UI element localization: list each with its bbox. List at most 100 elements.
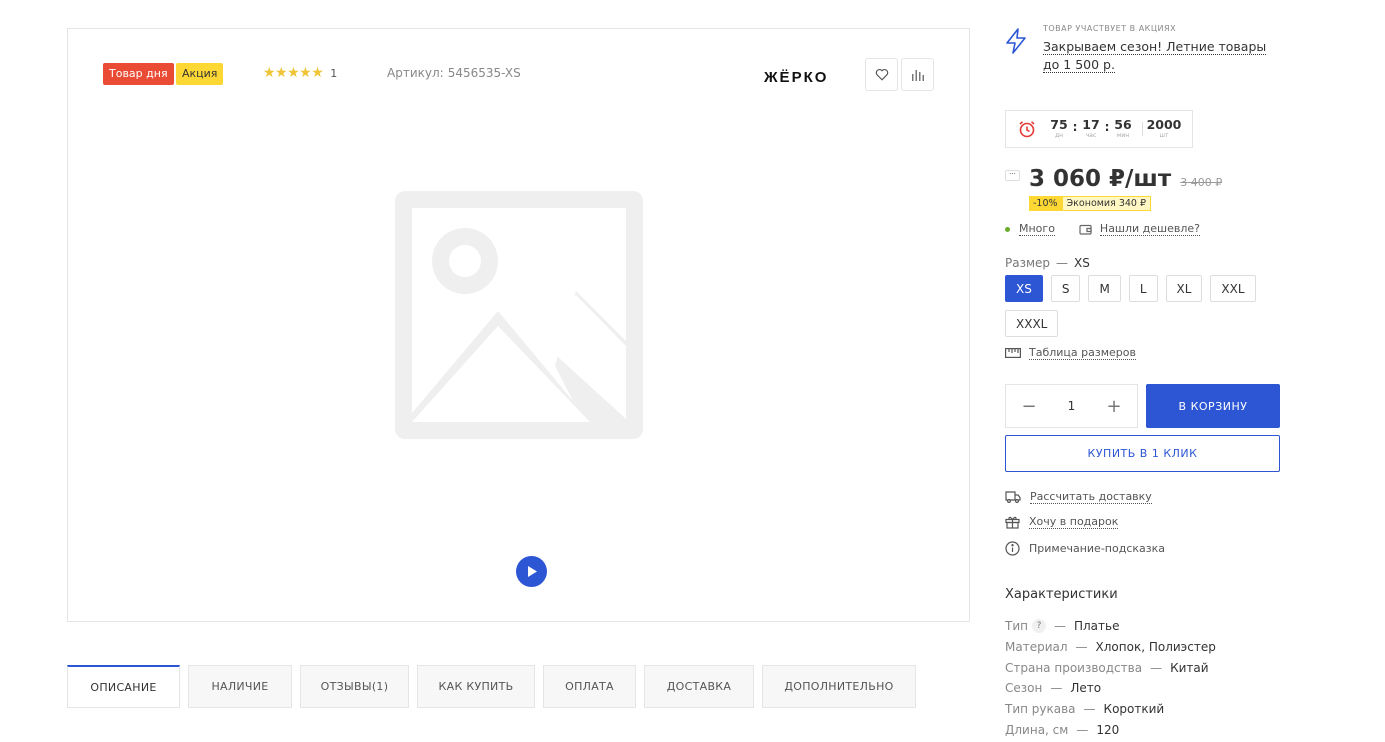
characteristic-value: 120 xyxy=(1096,722,1120,737)
characteristic-dash: — xyxy=(1076,722,1089,737)
favorite-button[interactable] xyxy=(865,58,898,91)
size-option-xxl[interactable]: XXL xyxy=(1210,275,1256,302)
promo-label: ТОВАР УЧАСТВУЕТ В АКЦИЯХ xyxy=(1043,24,1177,33)
timer-stock: 2000 шт xyxy=(1146,118,1182,140)
quantity-stepper: − 1 + xyxy=(1005,384,1138,428)
tab-availability[interactable]: НАЛИЧИЕ xyxy=(188,665,292,708)
truck-icon xyxy=(1005,491,1021,503)
characteristic-name: Сезон xyxy=(1005,681,1043,696)
tab-delivery[interactable]: ДОСТАВКА xyxy=(644,665,754,708)
timer-stock-label: шт xyxy=(1159,132,1169,139)
quantity-value[interactable]: 1 xyxy=(1068,399,1076,413)
discount-info: -10% Экономия 340 ₽ xyxy=(1029,196,1152,211)
promo-title[interactable]: Закрываем сезон! Летние товары до 1 500 … xyxy=(1043,39,1267,73)
timer-hours-label: час xyxy=(1085,132,1097,139)
help-icon[interactable]: ? xyxy=(1031,619,1046,634)
characteristics-list: Тип ? — Платье Материал — Хлопок, Полиэс… xyxy=(1005,616,1305,741)
timer-days: 75 дн xyxy=(1046,118,1072,140)
characteristic-row: Длина, см — 120 xyxy=(1005,720,1305,741)
compare-button[interactable] xyxy=(901,58,934,91)
quantity-increase-button[interactable]: + xyxy=(1103,396,1125,417)
alarm-clock-icon xyxy=(1019,121,1035,138)
size-option-s[interactable]: S xyxy=(1050,275,1081,302)
heart-icon xyxy=(875,68,888,81)
price-options-button[interactable]: ··· xyxy=(1005,170,1020,181)
image-placeholder-icon xyxy=(395,191,643,439)
size-label: Размер — XS xyxy=(1005,256,1090,270)
rating-count: 1 xyxy=(330,66,338,80)
characteristic-value: Лето xyxy=(1070,681,1102,696)
characteristic-value: Платье xyxy=(1073,619,1120,633)
gift-icon xyxy=(1005,516,1020,529)
characteristic-name: Тип рукава xyxy=(1005,702,1076,717)
characteristic-name: Тип xyxy=(1005,619,1028,633)
timer-hours: 17 час xyxy=(1078,118,1104,140)
calculate-delivery-link[interactable]: Рассчитать доставку xyxy=(1005,490,1152,504)
size-label-text: Размер xyxy=(1005,256,1051,270)
timer-days-value: 75 xyxy=(1050,117,1068,132)
want-as-gift-link[interactable]: Хочу в подарок xyxy=(1005,515,1119,529)
characteristic-row: Тип ? — Платье xyxy=(1005,616,1305,637)
characteristic-name: Материал xyxy=(1005,639,1068,654)
size-table-link[interactable]: Таблица размеров xyxy=(1005,346,1136,360)
size-table-label[interactable]: Таблица размеров xyxy=(1029,346,1136,360)
bar-chart-icon xyxy=(912,69,924,81)
stock-status-link[interactable]: Много xyxy=(1019,222,1055,236)
size-option-xxxl[interactable]: XXXL xyxy=(1005,310,1059,337)
characteristic-dash: — xyxy=(1050,681,1063,696)
timer-minutes-value: 56 xyxy=(1114,117,1132,132)
characteristic-row: Сезон — Лето xyxy=(1005,678,1305,699)
characteristic-value: Китай xyxy=(1170,660,1209,675)
promo-link[interactable]: Закрываем сезон! Летние товары до 1 500 … xyxy=(1043,38,1273,74)
rating-stars: ★★★★★ xyxy=(263,65,324,81)
timer-days-label: дн xyxy=(1054,132,1064,139)
found-cheaper-label[interactable]: Нашли дешевле? xyxy=(1099,222,1201,236)
add-to-cart-button[interactable]: В КОРЗИНУ xyxy=(1146,384,1280,428)
size-option-xl[interactable]: XL xyxy=(1165,275,1203,302)
article-value: 5456535-XS xyxy=(447,66,521,80)
size-option-m[interactable]: M xyxy=(1088,275,1121,302)
tab-reviews[interactable]: ОТЗЫВЫ(1) xyxy=(300,665,409,708)
size-label-dash: — xyxy=(1056,256,1069,270)
timer-minutes: 56 мин xyxy=(1110,118,1136,140)
video-play-button[interactable] xyxy=(516,556,547,587)
characteristic-value: Короткий xyxy=(1103,702,1165,717)
current-price: 3 060 ₽/шт xyxy=(1029,166,1172,192)
product-gallery: Товар дня Акция ★★★★★ 1 Артикул: 5456535… xyxy=(67,28,970,622)
info-icon xyxy=(1005,541,1020,556)
quantity-decrease-button[interactable]: − xyxy=(1018,396,1040,417)
size-option-l[interactable]: L xyxy=(1128,275,1158,302)
tab-description[interactable]: ОПИСАНИЕ xyxy=(67,665,180,708)
want-as-gift-label[interactable]: Хочу в подарок xyxy=(1029,515,1119,529)
badge-product-of-day: Товар дня xyxy=(103,63,174,85)
lightning-icon xyxy=(1006,28,1026,54)
brand-logo[interactable]: ЖЁРКО xyxy=(764,69,828,86)
old-price: 3 400 ₽ xyxy=(1180,175,1223,189)
size-options: XS S M L XL XXL XXXL xyxy=(1005,275,1305,337)
characteristic-dash: — xyxy=(1053,619,1066,633)
wallet-icon xyxy=(1079,224,1092,235)
product-rating[interactable]: ★★★★★ 1 xyxy=(263,65,337,81)
calculate-delivery-label[interactable]: Рассчитать доставку xyxy=(1030,490,1152,504)
price-block: ··· 3 060 ₽/шт 3 400 ₽ xyxy=(1005,166,1222,192)
tab-additional[interactable]: ДОПОЛНИТЕЛЬНО xyxy=(762,665,916,708)
timer-stock-value: 2000 xyxy=(1146,117,1182,132)
tab-payment[interactable]: ОПЛАТА xyxy=(543,665,636,708)
characteristic-row: Тип рукава — Короткий xyxy=(1005,699,1305,720)
characteristic-name: Длина, см xyxy=(1005,722,1069,737)
characteristic-row: Страна производства — Китай xyxy=(1005,658,1305,679)
characteristic-dash: — xyxy=(1150,660,1163,675)
buy-one-click-button[interactable]: КУПИТЬ В 1 КЛИК xyxy=(1005,435,1280,472)
badge-sale: Акция xyxy=(176,63,224,85)
product-tabs: ОПИСАНИЕ НАЛИЧИЕ ОТЗЫВЫ(1) КАК КУПИТЬ ОП… xyxy=(67,665,916,708)
hint-note-label: Примечание-подсказка xyxy=(1029,542,1165,555)
availability-row: Много Нашли дешевле? xyxy=(1005,222,1201,236)
found-cheaper-link[interactable]: Нашли дешевле? xyxy=(1079,222,1201,236)
size-option-xs[interactable]: XS xyxy=(1005,275,1043,302)
ruler-icon xyxy=(1005,348,1021,358)
characteristic-value: Хлопок, Полиэстер xyxy=(1095,639,1216,654)
timer-minutes-label: мин xyxy=(1116,132,1130,139)
tab-how-to-buy[interactable]: КАК КУПИТЬ xyxy=(417,665,535,708)
play-icon xyxy=(527,566,537,577)
savings-amount: Экономия 340 ₽ xyxy=(1061,196,1152,211)
